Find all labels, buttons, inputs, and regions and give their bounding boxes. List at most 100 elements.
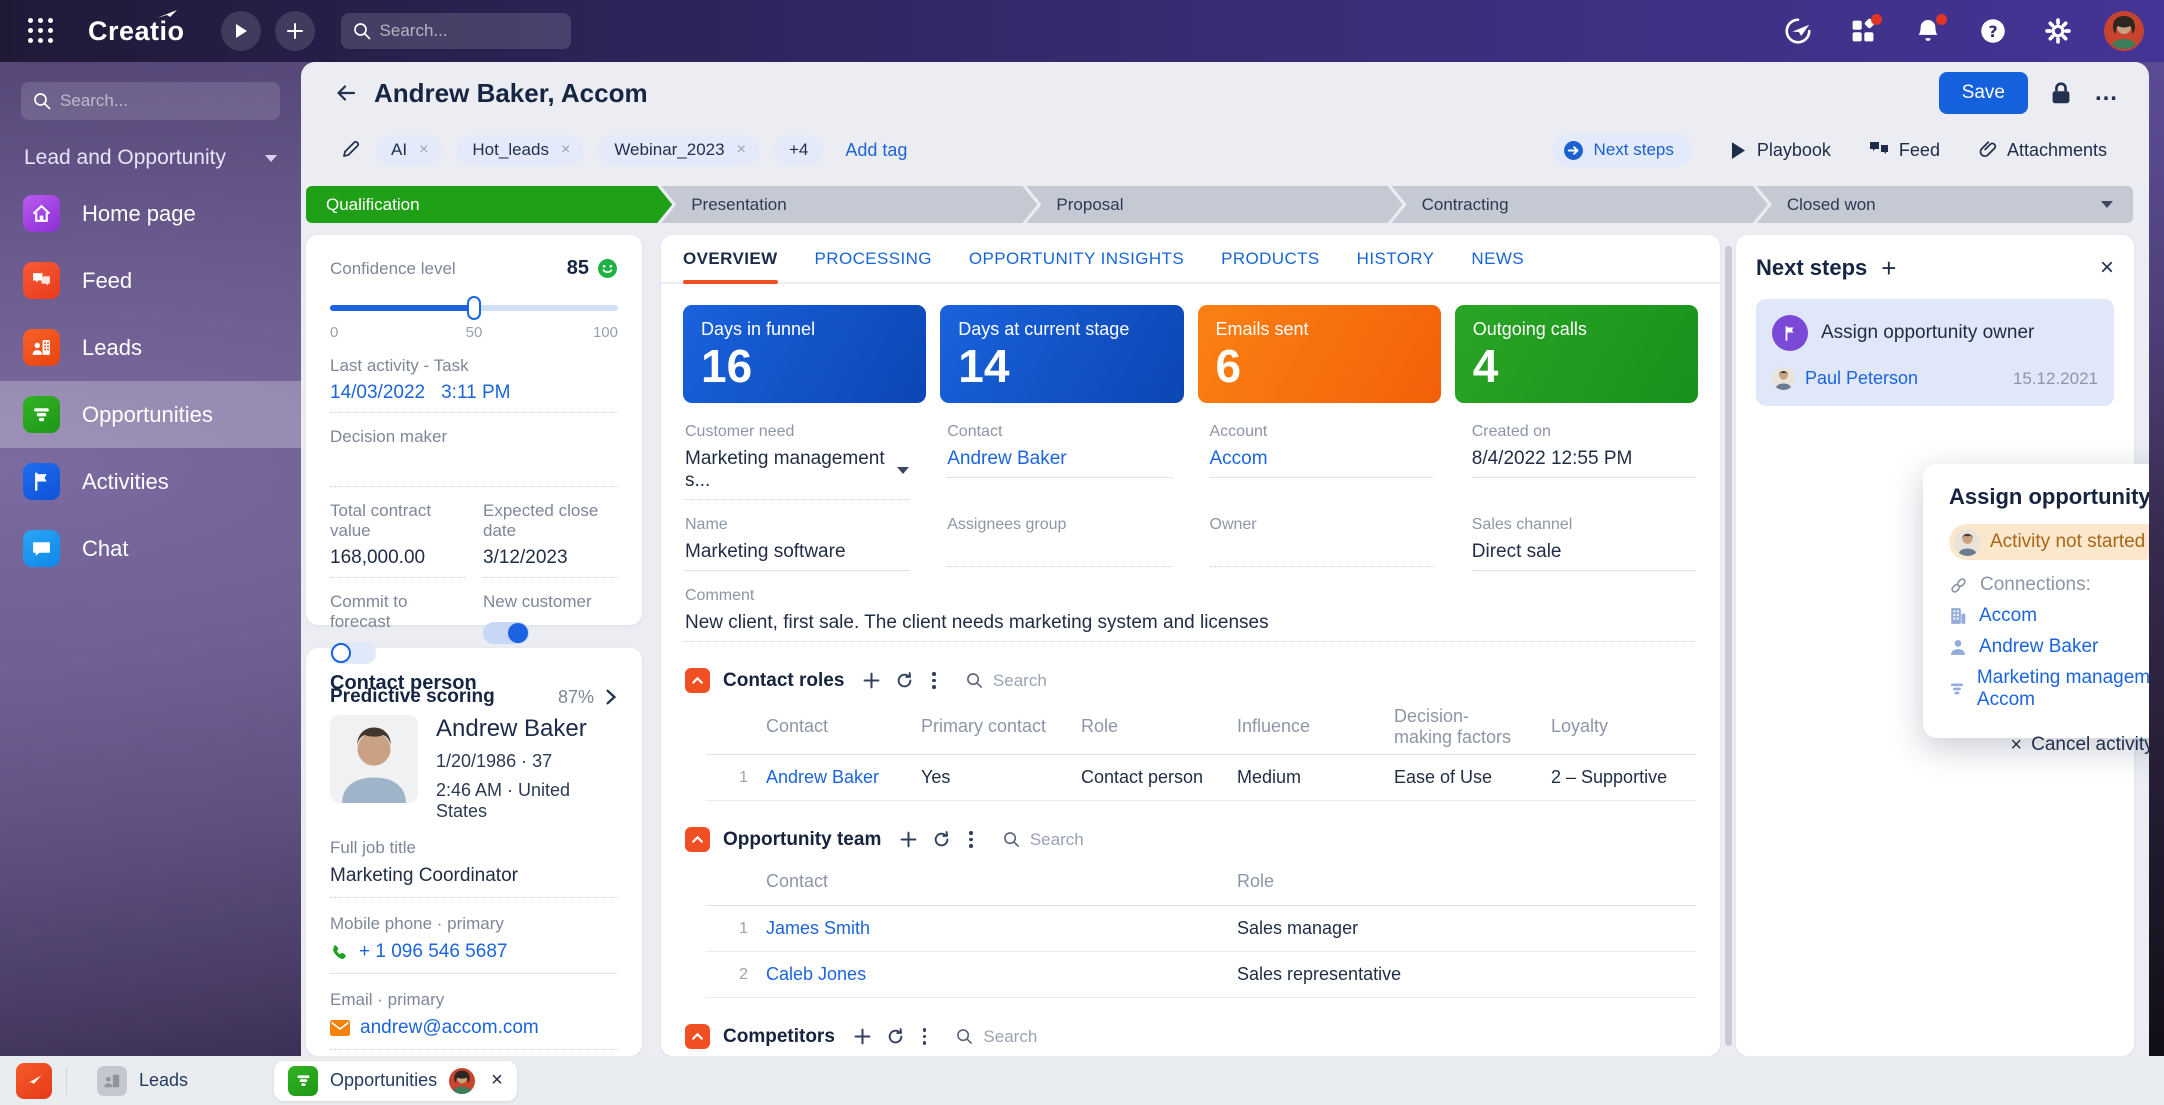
customer-need-field[interactable]: Customer need Marketing management s... [685,423,909,500]
cancel-activity-button[interactable]: × Cancel activity [2010,734,2149,757]
col-contact[interactable]: Contact [766,865,1237,898]
table-row[interactable]: 1 Andrew Baker Yes Contact person Medium… [706,755,1696,801]
quick-add-button[interactable] [275,11,315,51]
contact-photo[interactable] [330,715,418,803]
kpi-days-in-funnel[interactable]: Days in funnel 16 [683,305,926,403]
tag-pill[interactable]: Hot_leads× [456,135,584,166]
section-search[interactable] [1003,830,1140,850]
taskbar-tab-opportunities[interactable]: Opportunities × [274,1061,517,1101]
attachments-button[interactable]: Attachments [1978,140,2107,161]
sidebar-item-opportunities[interactable]: Opportunities [0,381,301,448]
sidebar-item-leads[interactable]: Leads [0,314,301,381]
col-influence[interactable]: Influence [1237,710,1394,743]
col-contact[interactable]: Contact [766,710,921,743]
created-on-field[interactable]: Created on 8/4/2022 12:55 PM [1472,423,1696,500]
account-field[interactable]: Account Accom [1210,423,1434,500]
owner-field[interactable]: Owner [1210,516,1434,571]
decision-maker-field[interactable]: Decision maker [330,427,618,487]
contact-link[interactable]: Andrew Baker [947,448,1171,478]
tag-pill[interactable]: AI× [375,135,442,166]
comment-field[interactable]: Comment New client, first sale. The clie… [685,587,1696,642]
new-customer-toggle[interactable] [483,622,529,644]
creatio-taskbar-icon[interactable] [16,1063,52,1099]
add-step-button[interactable]: + [1881,255,1896,281]
process-run-button[interactable] [221,11,261,51]
marketplace-apps-icon[interactable] [1844,12,1882,50]
section-search-input[interactable] [993,671,1103,691]
tab-overview[interactable]: OVERVIEW [683,235,778,282]
contact-field[interactable]: Contact Andrew Baker [947,423,1171,500]
tags-more-pill[interactable]: +4 [774,135,823,166]
section-search[interactable] [966,671,1103,691]
table-row[interactable]: 1 James Smith Sales manager [706,906,1696,952]
stage-closed-won[interactable]: Closed won [1757,186,2133,223]
confidence-slider[interactable] [330,296,618,320]
add-record-icon[interactable] [854,1028,871,1045]
kpi-emails-sent[interactable]: Emails sent 6 [1198,305,1441,403]
stage-presentation[interactable]: Presentation [661,186,1037,223]
close-panel-icon[interactable]: × [2100,256,2114,280]
center-scrollbar[interactable] [1725,246,1732,1046]
add-tag-button[interactable]: Add tag [845,140,907,161]
total-contract-field[interactable]: Total contract value 168,000.00 [330,501,465,578]
back-button[interactable] [334,81,358,105]
section-search[interactable] [956,1027,1093,1047]
contact-link[interactable]: James Smith [766,912,1237,945]
commit-forecast-toggle[interactable] [330,642,376,664]
global-search-input[interactable] [380,21,550,41]
notifications-bell-icon[interactable] [1909,12,1947,50]
close-tab-icon[interactable]: × [491,1069,503,1092]
user-avatar[interactable] [2104,11,2144,51]
tab-news[interactable]: NEWS [1471,235,1524,282]
kpi-outgoing-calls[interactable]: Outgoing calls 4 [1455,305,1698,403]
tags-pencil-icon[interactable] [339,139,361,161]
help-icon[interactable]: ? [1974,12,2012,50]
refresh-icon[interactable] [933,831,950,848]
kpi-days-at-stage[interactable]: Days at current stage 14 [940,305,1183,403]
taskbar-tab-leads[interactable]: Leads [87,1061,198,1101]
status-badge[interactable]: Activity not started [1949,524,2149,560]
collapse-section-icon[interactable] [685,827,710,852]
sidebar-item-chat[interactable]: Chat [0,515,301,582]
email-link[interactable]: andrew@accom.com [360,1017,539,1039]
tab-processing[interactable]: PROCESSING [815,235,932,282]
col-factors[interactable]: Decision-making factors [1394,700,1524,754]
mobile-phone-link[interactable]: + 1 096 546 5687 [359,941,507,963]
last-activity-date-link[interactable]: 14/03/2022 [330,382,425,404]
sidebar-item-home[interactable]: Home page [0,180,301,247]
sales-channel-field[interactable]: Sales channel Direct sale [1472,516,1696,571]
collapse-section-icon[interactable] [685,1024,710,1049]
save-button[interactable]: Save [1939,72,2028,114]
section-menu-icon[interactable] [929,672,939,689]
refresh-icon[interactable] [896,672,913,689]
expected-close-field[interactable]: Expected close date 3/12/2023 [483,501,618,578]
tag-remove-icon[interactable]: × [419,141,428,159]
sidebar-search-input[interactable] [60,91,250,111]
owner-link[interactable]: Paul Peterson [1805,368,1918,389]
stage-proposal[interactable]: Proposal [1026,186,1402,223]
tag-remove-icon[interactable]: × [561,141,570,159]
chevron-down-icon[interactable] [897,467,909,474]
tab-opportunity-insights[interactable]: OPPORTUNITY INSIGHTS [969,235,1184,282]
feed-button[interactable]: Feed [1869,140,1940,161]
tab-products[interactable]: PRODUCTS [1221,235,1320,282]
workspace-selector[interactable]: Lead and Opportunity [24,146,277,170]
more-menu-button[interactable]: … [2094,79,2119,107]
copilot-icon[interactable] [1779,12,1817,50]
section-search-input[interactable] [983,1027,1093,1047]
stage-qualification[interactable]: Qualification [306,186,672,223]
name-field[interactable]: Name Marketing software [685,516,909,571]
contact-link[interactable]: Andrew Baker [1979,636,2098,658]
tab-history[interactable]: HISTORY [1357,235,1435,282]
col-loyalty[interactable]: Loyalty [1551,710,1696,743]
section-menu-icon[interactable] [966,831,976,848]
tag-pill[interactable]: Webinar_2023× [598,135,760,166]
col-role[interactable]: Role [1237,865,1696,898]
next-step-card[interactable]: Assign opportunity owner Paul Peterson 1… [1756,299,2114,406]
col-role[interactable]: Role [1081,710,1237,743]
account-link[interactable]: Accom [1979,605,2037,627]
stage-contracting[interactable]: Contracting [1392,186,1768,223]
contact-link[interactable]: Andrew Baker [766,761,921,794]
table-row[interactable]: 2 Caleb Jones Sales representative [706,952,1696,998]
sidebar-item-activities[interactable]: Activities [0,448,301,515]
